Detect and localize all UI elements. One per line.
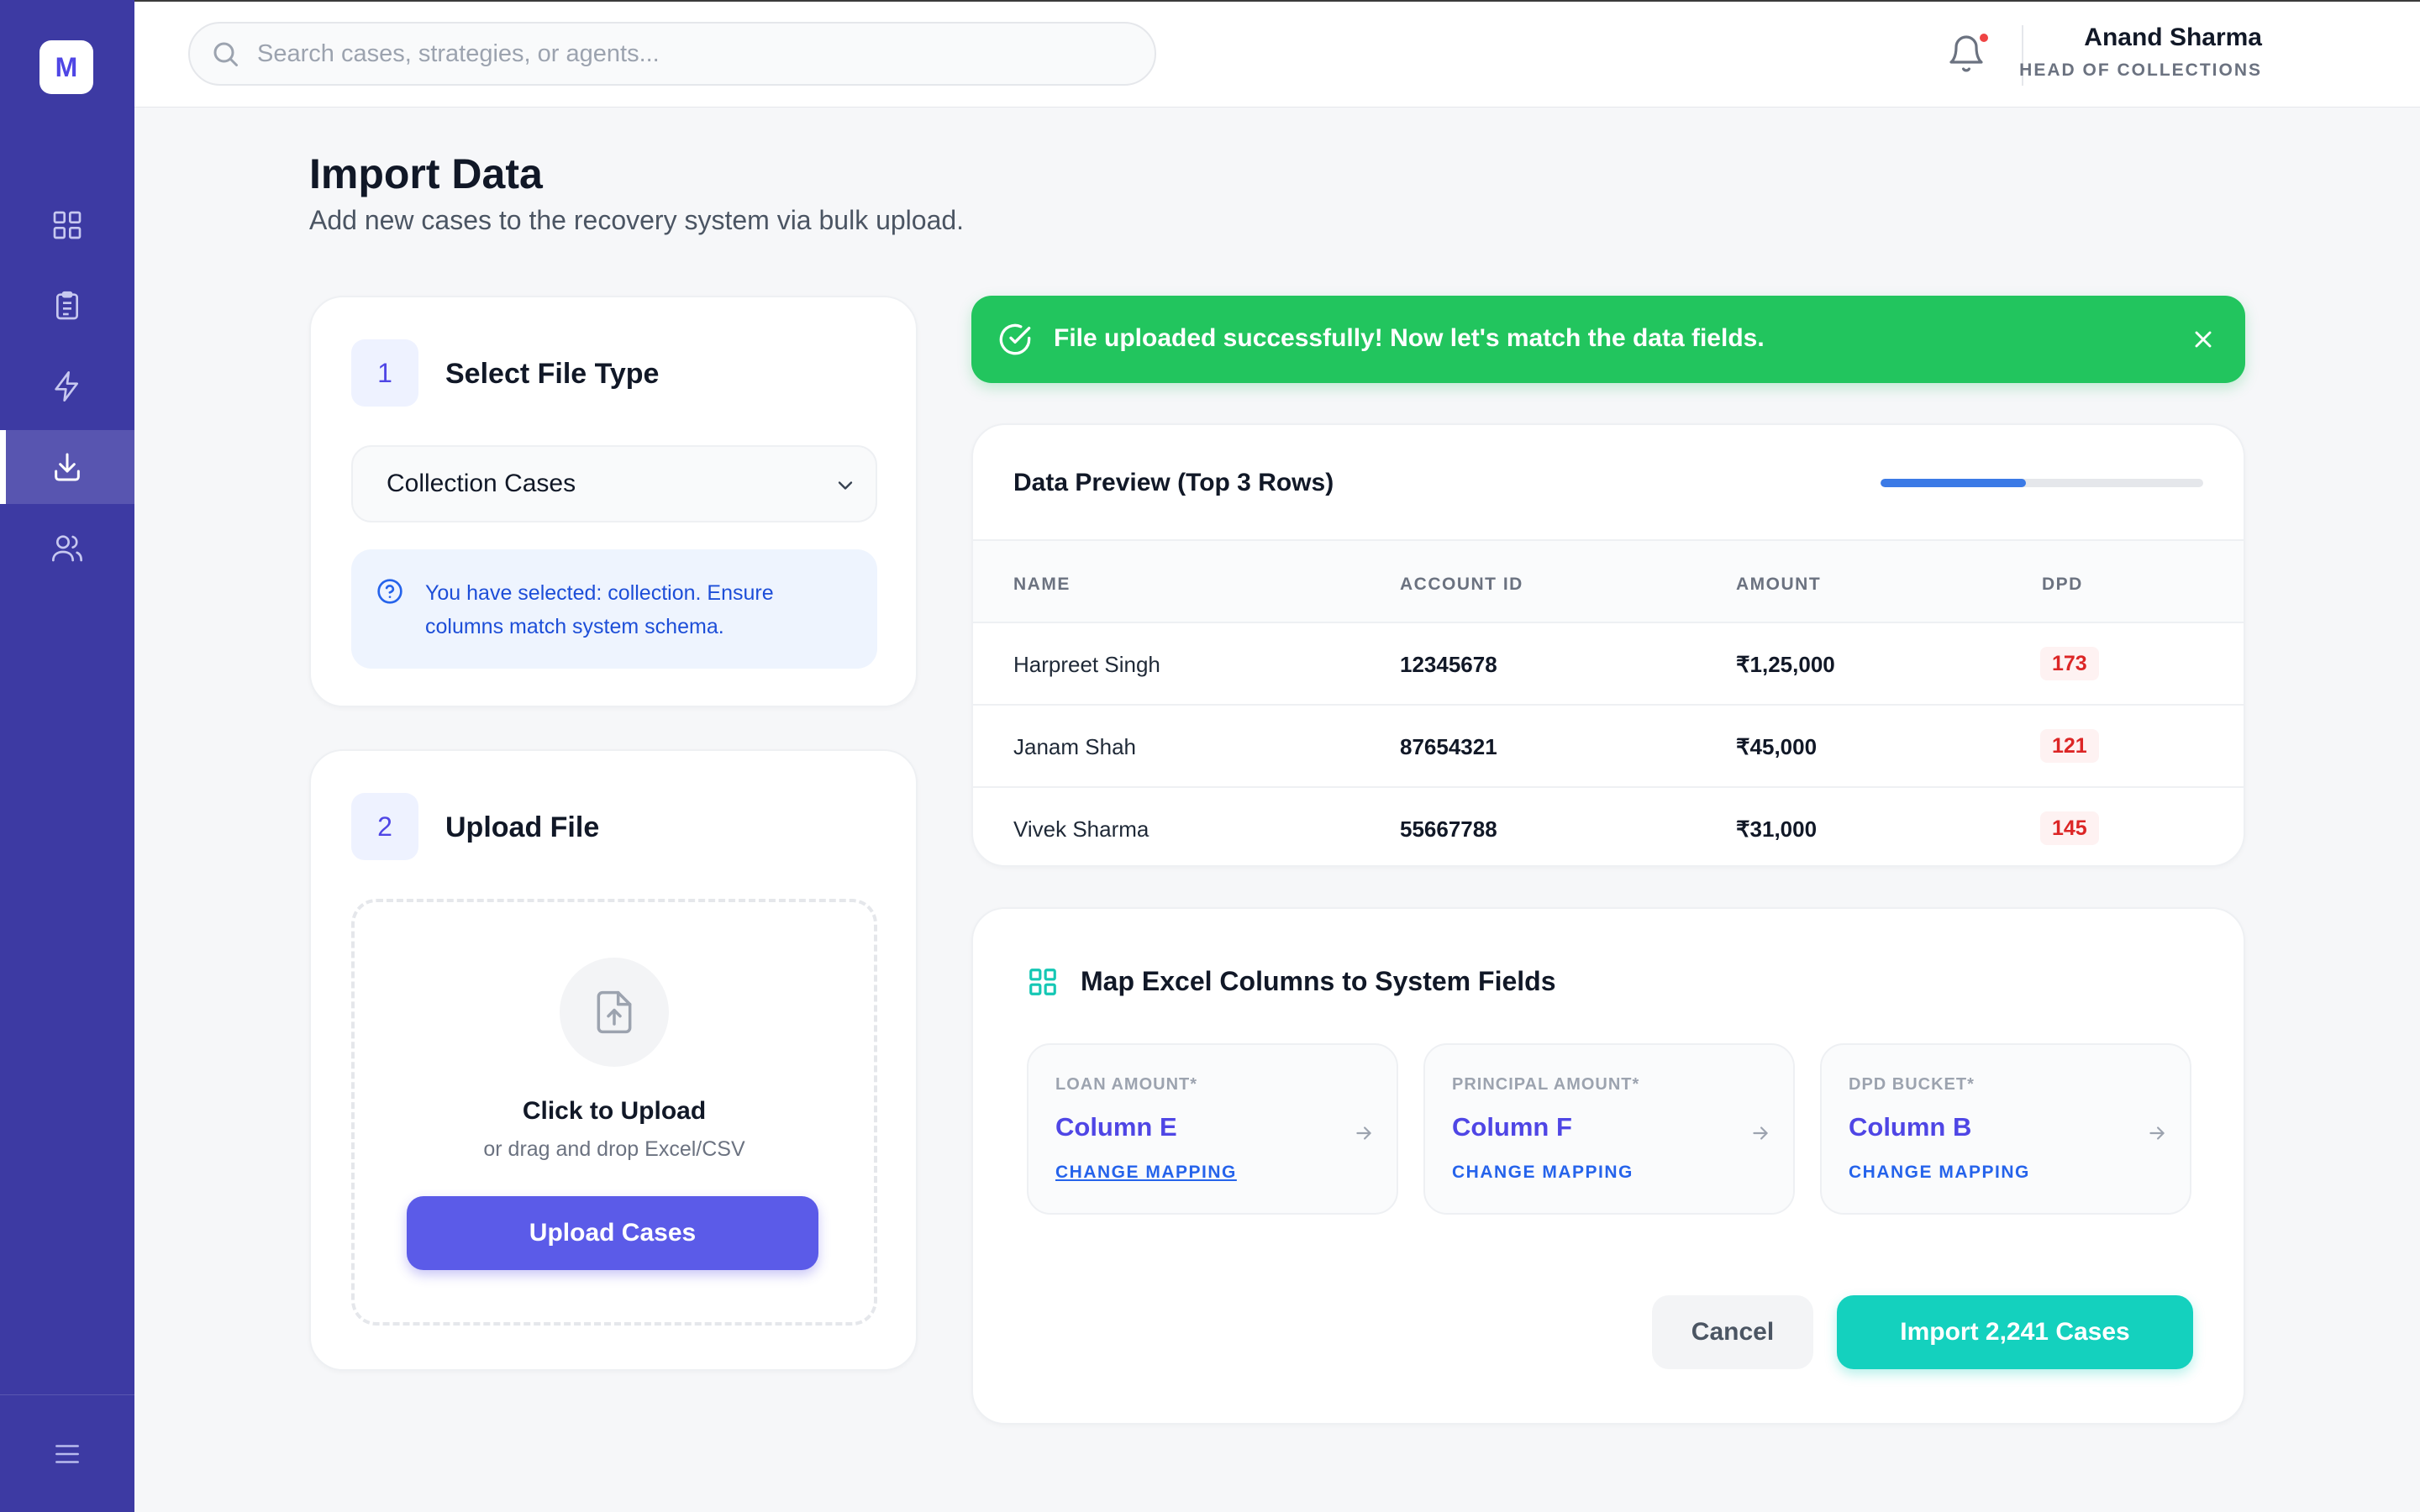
question-circle-icon bbox=[377, 579, 402, 604]
mapping-field-dpd-bucket[interactable]: DPD BUCKET* Column B CHANGE MAPPING bbox=[1820, 1043, 2191, 1215]
dpd-badge: 173 bbox=[2040, 647, 2099, 680]
sidebar-item-strategies[interactable] bbox=[0, 349, 134, 423]
sidebar: M bbox=[0, 0, 134, 1512]
mapping-field-label: DPD BUCKET* bbox=[1849, 1075, 1975, 1094]
data-preview-card: Data Preview (Top 3 Rows) NAME ACCOUNT I… bbox=[971, 423, 2245, 867]
search-input[interactable] bbox=[257, 39, 1097, 68]
column-header-dpd: DPD bbox=[2042, 575, 2083, 594]
mapping-field-loan-amount[interactable]: LOAN AMOUNT* Column E CHANGE MAPPING bbox=[1027, 1043, 1398, 1215]
file-type-info-text: You have selected: collection. Ensure co… bbox=[425, 581, 774, 638]
upload-icon-circle bbox=[560, 958, 669, 1067]
table-row[interactable]: Harpreet Singh 12345678 ₹1,25,000 173 bbox=[973, 622, 2244, 704]
page-title: Import Data bbox=[309, 150, 543, 197]
step-title-select-file-type: Select File Type bbox=[445, 358, 660, 390]
file-upload-icon bbox=[597, 990, 632, 1034]
preview-progress-bar bbox=[1881, 479, 2203, 487]
sidebar-footer bbox=[0, 1394, 134, 1512]
arrow-right-icon bbox=[2149, 1126, 2165, 1140]
import-cases-button[interactable]: Import 2,241 Cases bbox=[1837, 1295, 2193, 1369]
mapping-title: Map Excel Columns to System Fields bbox=[1081, 966, 1556, 996]
cell-account-id: 12345678 bbox=[1400, 652, 1497, 677]
top-header: Anand Sharma HEAD OF COLLECTIONS AS bbox=[134, 0, 2420, 108]
upload-file-card: 2 Upload File Click to Upload or drag an… bbox=[309, 749, 918, 1371]
dpd-badge: 121 bbox=[2040, 729, 2099, 763]
mapping-field-principal-amount[interactable]: PRINCIPAL AMOUNT* Column F CHANGE MAPPIN… bbox=[1423, 1043, 1795, 1215]
change-mapping-link[interactable]: CHANGE MAPPING bbox=[1849, 1163, 2030, 1183]
change-mapping-link[interactable]: CHANGE MAPPING bbox=[1452, 1163, 1634, 1183]
column-mapping-card: Map Excel Columns to System Fields LOAN … bbox=[971, 907, 2245, 1425]
check-circle-icon bbox=[999, 323, 1031, 355]
grid-icon bbox=[53, 211, 82, 239]
step-number-1: 1 bbox=[351, 339, 418, 407]
table-row[interactable]: Janam Shah 87654321 ₹45,000 121 bbox=[973, 704, 2244, 786]
success-banner-text: File uploaded successfully! Now let's ma… bbox=[1054, 324, 1765, 352]
page-subtitle: Add new cases to the recovery system via… bbox=[309, 205, 965, 235]
cell-amount: ₹31,000 bbox=[1736, 816, 1818, 842]
search-bar[interactable] bbox=[188, 22, 1156, 86]
table-row[interactable]: Vivek Sharma 55667788 ₹31,000 145 bbox=[973, 786, 2244, 865]
cell-name: Janam Shah bbox=[1013, 734, 1136, 759]
upload-dropzone[interactable]: Click to Upload or drag and drop Excel/C… bbox=[351, 899, 877, 1326]
column-header-name: NAME bbox=[1013, 575, 1071, 594]
step-number-2: 2 bbox=[351, 793, 418, 860]
search-icon bbox=[213, 42, 238, 66]
app-logo[interactable]: M bbox=[39, 40, 93, 94]
dropzone-subtitle: or drag and drop Excel/CSV bbox=[483, 1137, 745, 1161]
lightning-icon bbox=[55, 371, 78, 402]
table-header: NAME ACCOUNT ID AMOUNT DPD bbox=[973, 539, 2244, 622]
user-role: HEAD OF COLLECTIONS bbox=[2019, 60, 2262, 80]
cell-account-id: 87654321 bbox=[1400, 734, 1497, 759]
sidebar-item-agents[interactable] bbox=[0, 511, 134, 585]
mapping-field-label: LOAN AMOUNT* bbox=[1055, 1075, 1198, 1094]
clipboard-icon bbox=[56, 291, 78, 320]
mapping-field-value: Column E bbox=[1055, 1112, 1177, 1142]
cell-amount: ₹45,000 bbox=[1736, 734, 1818, 759]
dpd-badge: 145 bbox=[2040, 811, 2099, 845]
arrow-right-icon bbox=[1753, 1126, 1768, 1140]
close-icon[interactable] bbox=[2190, 326, 2217, 353]
mapping-field-value: Column F bbox=[1452, 1112, 1572, 1142]
arrow-right-icon bbox=[1356, 1126, 1371, 1140]
notification-dot bbox=[1980, 34, 1988, 42]
sidebar-item-dashboard[interactable] bbox=[0, 188, 134, 262]
step-title-upload-file: Upload File bbox=[445, 811, 600, 843]
change-mapping-link[interactable]: CHANGE MAPPING bbox=[1055, 1163, 1237, 1183]
user-name: Anand Sharma bbox=[2084, 24, 2262, 51]
column-header-account-id: ACCOUNT ID bbox=[1400, 575, 1523, 594]
cell-name: Vivek Sharma bbox=[1013, 816, 1150, 842]
download-icon bbox=[55, 453, 80, 481]
cell-account-id: 55667788 bbox=[1400, 816, 1497, 842]
users-icon bbox=[52, 535, 82, 562]
mapping-field-label: PRINCIPAL AMOUNT* bbox=[1452, 1075, 1640, 1094]
select-file-type-card: 1 Select File Type Collection Cases You … bbox=[309, 296, 918, 707]
upload-cases-button[interactable]: Upload Cases bbox=[407, 1196, 818, 1270]
mapping-field-value: Column B bbox=[1849, 1112, 1972, 1142]
cancel-button[interactable]: Cancel bbox=[1652, 1295, 1813, 1369]
menu-icon[interactable] bbox=[51, 1438, 83, 1470]
file-type-info-box: You have selected: collection. Ensure co… bbox=[351, 549, 877, 669]
file-type-select[interactable]: Collection Cases bbox=[351, 445, 877, 522]
cell-amount: ₹1,25,000 bbox=[1736, 652, 1835, 677]
sidebar-item-import[interactable] bbox=[0, 430, 134, 504]
grid-icon bbox=[1029, 969, 1056, 995]
dropzone-title: Click to Upload bbox=[522, 1097, 707, 1125]
cell-name: Harpreet Singh bbox=[1013, 652, 1160, 677]
preview-progress-fill bbox=[1881, 479, 2026, 487]
file-type-selected-value: Collection Cases bbox=[387, 470, 576, 497]
sidebar-item-cases[interactable] bbox=[0, 269, 134, 343]
success-banner: File uploaded successfully! Now let's ma… bbox=[971, 296, 2245, 383]
chevron-down-icon bbox=[838, 481, 853, 490]
column-header-amount: AMOUNT bbox=[1736, 575, 1822, 594]
data-preview-title: Data Preview (Top 3 Rows) bbox=[1013, 469, 1334, 496]
